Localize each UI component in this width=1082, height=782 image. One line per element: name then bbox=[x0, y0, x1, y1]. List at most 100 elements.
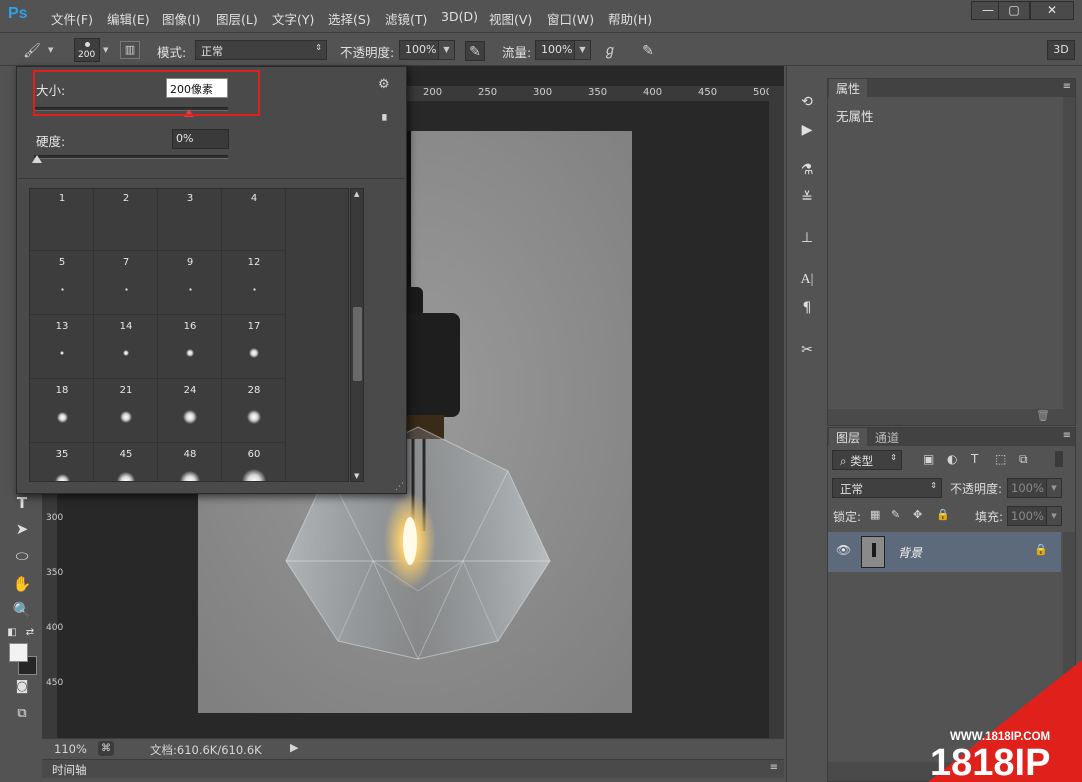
preset-scrollbar[interactable]: ▲ ▼ bbox=[350, 188, 364, 482]
brush-preset-cell[interactable]: 17 bbox=[222, 315, 286, 379]
lock-position-icon[interactable]: ✥ bbox=[913, 508, 922, 521]
share-icon[interactable]: ⌘ bbox=[98, 741, 114, 756]
layer-filter-select[interactable]: ⌕ 类型 ⇕ bbox=[832, 450, 902, 470]
mode-select[interactable]: 正常 ⇕ bbox=[195, 40, 327, 60]
menu-filter[interactable]: 滤镜(T) bbox=[385, 9, 427, 28]
flow-dropdown-icon[interactable]: ▼ bbox=[574, 40, 591, 60]
default-colors-icon[interactable]: ◧ bbox=[6, 622, 18, 644]
properties-scrollbar[interactable] bbox=[1063, 97, 1075, 409]
character-icon[interactable]: A| bbox=[795, 268, 819, 292]
layer-opacity-input[interactable]: 100% bbox=[1007, 478, 1047, 498]
hardness-input[interactable]: 0% bbox=[172, 129, 229, 149]
menu-window[interactable]: 窗口(W) bbox=[547, 9, 594, 28]
brush-preset-picker[interactable]: 200 bbox=[74, 38, 100, 62]
hardness-slider-thumb[interactable] bbox=[32, 155, 42, 163]
brush-tool-icon[interactable]: 🖌 bbox=[22, 41, 42, 61]
filter-smart-object-icon[interactable]: ⧉ bbox=[1019, 452, 1028, 467]
menu-file[interactable]: 文件(F) bbox=[51, 9, 93, 28]
brush-preset-cell[interactable]: 16 bbox=[158, 315, 222, 379]
scroll-thumb[interactable] bbox=[353, 307, 362, 381]
brush-preset-cell[interactable]: 3 bbox=[158, 189, 222, 251]
brush-preset-cell[interactable]: 9 bbox=[158, 251, 222, 315]
brush-preset-cell[interactable]: 12 bbox=[222, 251, 286, 315]
status-menu-arrow-icon[interactable]: ▶ bbox=[290, 741, 298, 754]
type-tool-icon[interactable]: T bbox=[11, 492, 33, 514]
brush-panel-icon[interactable]: ⚗ bbox=[795, 158, 819, 182]
tab-properties[interactable]: 属性 bbox=[829, 79, 868, 97]
brush-preset-cell[interactable]: 1 bbox=[30, 189, 94, 251]
quick-mask-icon[interactable]: ◙ bbox=[11, 676, 33, 698]
blend-mode-select[interactable]: 正常 ⇕ bbox=[832, 478, 942, 498]
tab-channels[interactable]: 通道 bbox=[868, 428, 906, 446]
brush-preset-cell[interactable]: 4 bbox=[222, 189, 286, 251]
pressure-opacity-icon[interactable]: ✎ bbox=[465, 41, 485, 61]
paragraph-icon[interactable]: ¶ bbox=[795, 296, 819, 320]
brush-preset-cell[interactable]: 2 bbox=[94, 189, 158, 251]
menu-help[interactable]: 帮助(H) bbox=[608, 9, 652, 28]
actions-play-icon[interactable]: ▶ bbox=[795, 118, 819, 142]
canvas-vertical-scrollbar[interactable] bbox=[769, 86, 784, 738]
menu-edit[interactable]: 编辑(E) bbox=[107, 9, 150, 28]
brush-tip-preview bbox=[124, 287, 128, 291]
fill-input[interactable]: 100% bbox=[1007, 506, 1047, 526]
filter-toggle[interactable] bbox=[1055, 451, 1063, 467]
maximize-button[interactable]: ▢ bbox=[998, 1, 1030, 20]
layer-row[interactable]: 👁 背景 🔒 bbox=[828, 532, 1061, 572]
brush-preset-cell[interactable]: 5 bbox=[30, 251, 94, 315]
brush-preset-cell[interactable]: 14 bbox=[94, 315, 158, 379]
resize-grip-icon[interactable]: ⋰ bbox=[395, 482, 404, 492]
brush-preset-dropdown-icon[interactable]: ▼ bbox=[103, 46, 108, 54]
screen-mode-icon[interactable]: ⧉ bbox=[11, 703, 33, 725]
brush-presets-icon[interactable]: ≚ bbox=[795, 186, 819, 210]
menu-select[interactable]: 选择(S) bbox=[328, 9, 371, 28]
swap-colors-icon[interactable]: ⇄ bbox=[24, 622, 36, 644]
brush-panel-toggle-icon[interactable]: ▥ bbox=[120, 41, 140, 59]
history-icon[interactable]: ⟲ bbox=[795, 90, 819, 114]
filter-type-icon[interactable]: T bbox=[971, 452, 978, 466]
gear-icon[interactable]: ⚙ bbox=[378, 77, 390, 92]
timeline-tab[interactable]: 时间轴 bbox=[52, 762, 87, 778]
filter-shape-icon[interactable]: ⬚ bbox=[995, 452, 1006, 466]
fill-dropdown-icon[interactable]: ▼ bbox=[1046, 506, 1062, 526]
3d-workspace-button[interactable]: 3D bbox=[1047, 40, 1075, 60]
tool-preset-dropdown-icon[interactable]: ▼ bbox=[48, 46, 53, 54]
path-select-tool-icon[interactable]: ➤ bbox=[11, 518, 33, 540]
menu-layer[interactable]: 图层(L) bbox=[216, 9, 258, 28]
trash-icon[interactable]: 🗑 bbox=[1036, 409, 1050, 422]
ellipse-tool-icon[interactable]: ⬭ bbox=[11, 545, 33, 567]
flow-input[interactable]: 100% bbox=[535, 40, 575, 60]
clone-source-icon[interactable]: ⊥ bbox=[795, 226, 819, 250]
hardness-slider[interactable] bbox=[32, 155, 228, 163]
foreground-color-swatch[interactable] bbox=[9, 643, 28, 662]
panel-menu-icon[interactable]: ≡ bbox=[770, 762, 778, 773]
lock-transparent-icon[interactable]: ▦ bbox=[870, 508, 880, 521]
brush-preset-cell[interactable]: 7 bbox=[94, 251, 158, 315]
panel-menu-icon[interactable]: ≡ bbox=[1063, 81, 1071, 92]
menu-3d[interactable]: 3D(D) bbox=[441, 9, 478, 24]
airbrush-icon[interactable]: ℊ bbox=[600, 41, 620, 61]
brush-preset-cell[interactable]: 13 bbox=[30, 315, 94, 379]
close-button[interactable]: ✕ bbox=[1030, 1, 1074, 20]
tool-presets-icon[interactable]: ✂ bbox=[795, 338, 819, 362]
opacity-input[interactable]: 100% bbox=[399, 40, 439, 60]
opacity-dropdown-icon[interactable]: ▼ bbox=[438, 40, 455, 60]
menu-type[interactable]: 文字(Y) bbox=[272, 9, 314, 28]
menu-image[interactable]: 图像(I) bbox=[162, 9, 200, 28]
hand-tool-icon[interactable]: ✋ bbox=[11, 573, 33, 595]
zoom-tool-icon[interactable]: 🔍 bbox=[11, 599, 33, 621]
lock-pixels-icon[interactable]: ✎ bbox=[891, 508, 900, 521]
zoom-level[interactable]: 110% bbox=[54, 742, 87, 756]
panel-menu-icon[interactable]: ≡ bbox=[1063, 430, 1071, 441]
new-preset-icon[interactable]: ▗ bbox=[378, 108, 386, 121]
layer-name[interactable]: 背景 bbox=[898, 544, 922, 561]
menu-view[interactable]: 视图(V) bbox=[489, 9, 532, 28]
visibility-eye-icon[interactable]: 👁 bbox=[836, 543, 851, 557]
lock-all-icon[interactable]: 🔒 bbox=[936, 508, 950, 521]
filter-adjustment-icon[interactable]: ◐ bbox=[947, 452, 957, 466]
scroll-down-icon[interactable]: ▼ bbox=[354, 472, 359, 480]
layer-opacity-dropdown-icon[interactable]: ▼ bbox=[1046, 478, 1062, 498]
pressure-size-icon[interactable]: ✎ bbox=[638, 41, 658, 61]
scroll-up-icon[interactable]: ▲ bbox=[354, 190, 359, 198]
filter-pixel-icon[interactable]: ▣ bbox=[923, 452, 934, 466]
tab-layers[interactable]: 图层 bbox=[829, 428, 868, 446]
